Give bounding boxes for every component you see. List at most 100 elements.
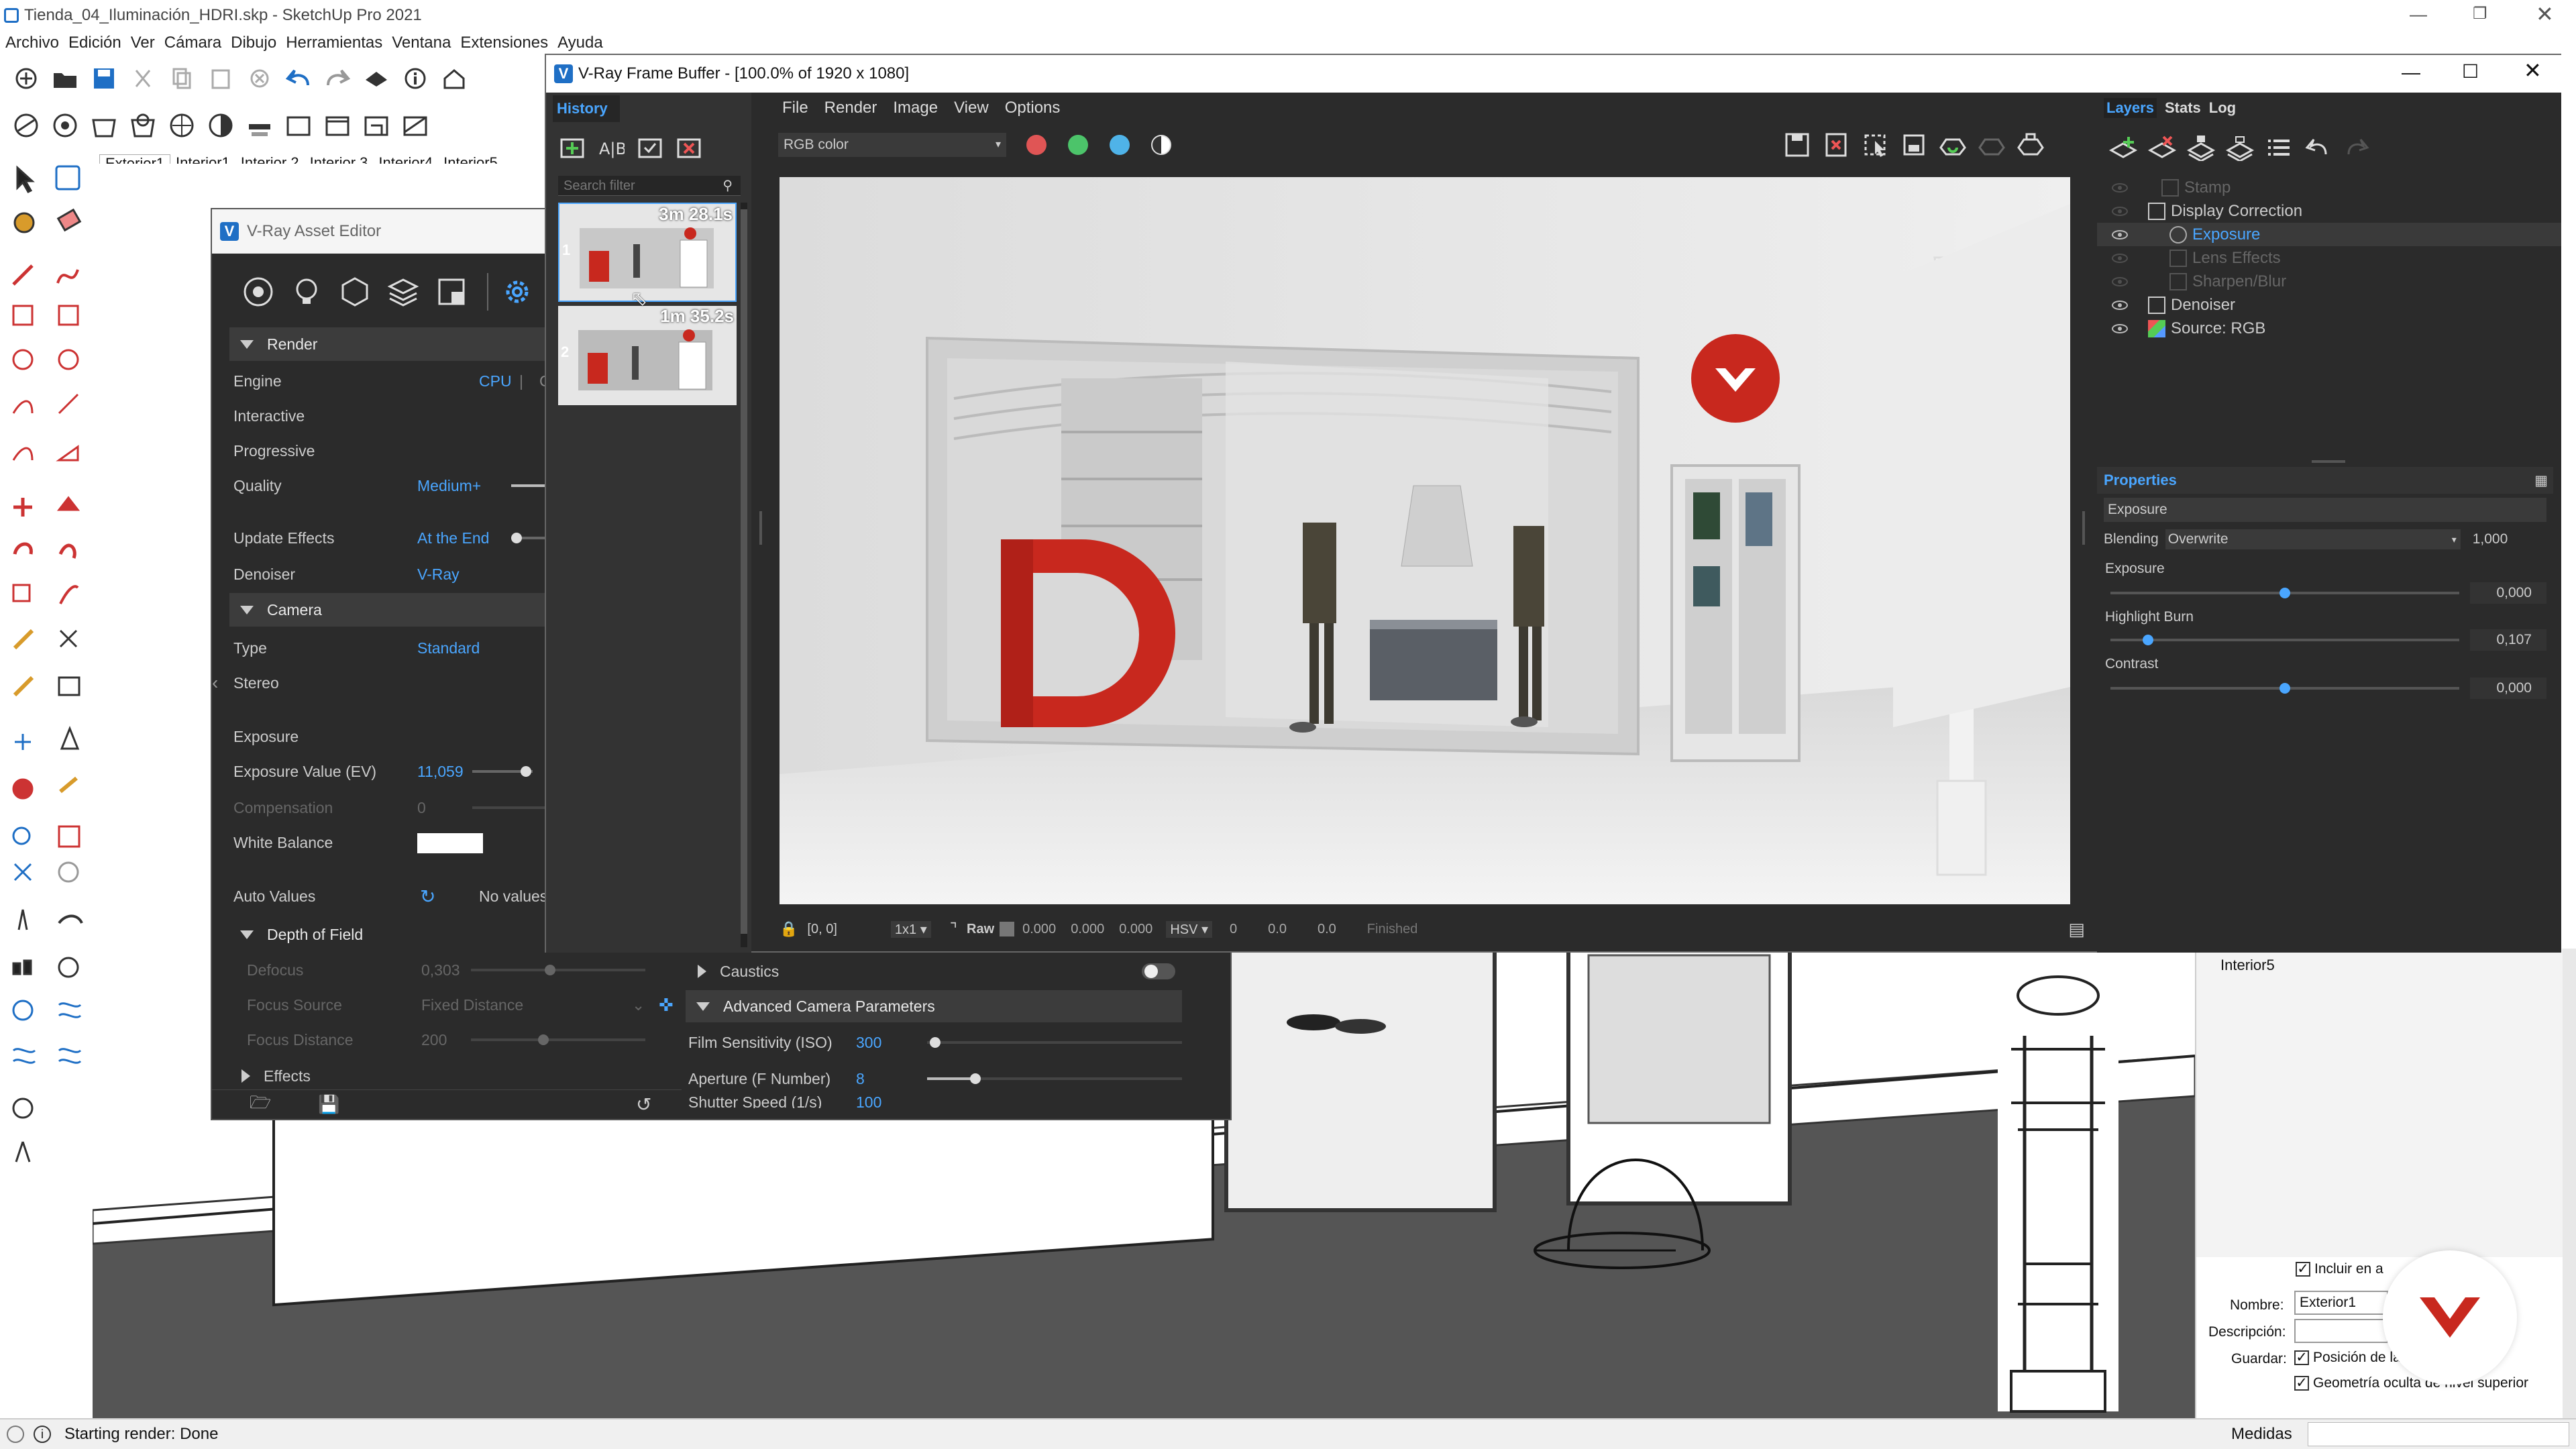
clear-image-icon[interactable] xyxy=(1817,125,1856,164)
vfb-close-button[interactable]: ✕ xyxy=(2524,58,2542,83)
presets-list-icon[interactable] xyxy=(2259,128,2298,167)
properties-menu-icon[interactable]: ▦ xyxy=(2534,472,2548,489)
shaded-icon[interactable] xyxy=(162,106,201,145)
geo-location-icon[interactable] xyxy=(7,1426,24,1443)
exposure-prop-field[interactable]: 0,000 xyxy=(2470,582,2546,604)
copy-icon[interactable] xyxy=(162,59,201,98)
undo-icon[interactable] xyxy=(279,59,318,98)
interactive-render-icon[interactable] xyxy=(1933,125,1972,164)
layer-row-stamp[interactable]: Stamp xyxy=(2097,176,2561,199)
restore-button[interactable]: ❐ xyxy=(2473,4,2487,23)
chevron-down-icon[interactable]: ⌄ xyxy=(632,996,645,1014)
geometry-icon[interactable] xyxy=(335,272,374,311)
new-file-icon[interactable] xyxy=(7,59,46,98)
lock-icon[interactable]: 🔒 xyxy=(780,920,798,938)
print-icon[interactable] xyxy=(357,59,396,98)
layers-icon[interactable] xyxy=(384,272,423,311)
textures-icon[interactable] xyxy=(432,272,471,311)
render-selection-icon[interactable] xyxy=(1894,125,1933,164)
visibility-icon[interactable] xyxy=(2112,323,2128,333)
xray-style-icon[interactable] xyxy=(7,106,46,145)
render-image[interactable] xyxy=(780,177,2070,904)
menu-edicion[interactable]: Edición xyxy=(68,34,121,52)
highlight-burn-field[interactable]: 0,107 xyxy=(2470,629,2546,651)
menu-camara[interactable]: Cámara xyxy=(164,34,221,52)
update-effects-value[interactable]: At the End xyxy=(417,529,489,547)
close-button[interactable]: ✕ xyxy=(2536,1,2554,27)
channel-select[interactable]: RGB color ▾ xyxy=(778,133,1006,157)
defocus-value[interactable]: 0,303 xyxy=(421,961,460,979)
save-image-icon[interactable] xyxy=(1778,125,1817,164)
reset-settings-icon[interactable]: ↺ xyxy=(636,1093,651,1116)
cut-icon[interactable] xyxy=(123,59,162,98)
back-view-icon[interactable] xyxy=(396,106,435,145)
red-channel-toggle[interactable] xyxy=(1026,135,1046,155)
blending-select[interactable]: Overwrite ▾ xyxy=(2165,529,2461,549)
save-settings-icon[interactable]: 💾 xyxy=(318,1094,339,1115)
stop-render-icon[interactable] xyxy=(1972,125,2011,164)
menu-herramientas[interactable]: Herramientas xyxy=(286,34,382,52)
contrast-slider[interactable] xyxy=(2110,683,2459,694)
highlight-burn-slider[interactable] xyxy=(2110,635,2459,645)
quality-value[interactable]: Medium+ xyxy=(417,477,481,495)
focus-picker-icon[interactable]: ✜ xyxy=(659,995,674,1016)
history-splitter[interactable] xyxy=(759,511,762,545)
contrast-field[interactable]: 0,000 xyxy=(2470,678,2546,699)
lights-icon[interactable] xyxy=(287,272,326,311)
menu-ayuda[interactable]: Ayuda xyxy=(557,34,603,52)
shutter-value[interactable]: 100 xyxy=(856,1093,881,1108)
front-view-icon[interactable] xyxy=(318,106,357,145)
white-balance-swatch[interactable] xyxy=(417,833,483,853)
load-history-icon[interactable] xyxy=(631,128,669,167)
settings-icon[interactable] xyxy=(498,272,537,311)
save-to-history-icon[interactable] xyxy=(553,128,592,167)
visibility-icon[interactable] xyxy=(2112,276,2128,286)
visibility-icon[interactable] xyxy=(2112,206,2128,216)
ev-slider[interactable] xyxy=(472,766,533,777)
focus-distance-value[interactable]: 200 xyxy=(421,1031,447,1049)
region-render-icon[interactable] xyxy=(1856,125,1894,164)
layers-undo-icon[interactable] xyxy=(2298,128,2337,167)
delete-layer-icon[interactable] xyxy=(2143,128,2182,167)
render-icon[interactable] xyxy=(2011,125,2050,164)
menu-ver[interactable]: Ver xyxy=(131,34,155,52)
visibility-icon[interactable] xyxy=(2112,253,2128,263)
zoom-select[interactable]: 1x1 ▾ xyxy=(890,920,931,938)
vfb-menu-render[interactable]: Render xyxy=(824,99,877,117)
tab-stats[interactable]: Stats xyxy=(2165,99,2201,117)
adv-camera-section-header[interactable]: Advanced Camera Parameters xyxy=(686,990,1182,1022)
camera-section-header[interactable]: Camera xyxy=(229,593,565,627)
save-layers-icon[interactable] xyxy=(2182,128,2220,167)
refresh-icon[interactable]: ↻ xyxy=(420,885,435,908)
vfb-menu-file[interactable]: File xyxy=(782,99,808,117)
history-tab[interactable]: History xyxy=(553,95,620,122)
green-channel-toggle[interactable] xyxy=(1068,135,1088,155)
save-icon[interactable] xyxy=(85,59,123,98)
layer-row-sharpen-blur[interactable]: Sharpen/Blur xyxy=(2097,270,2561,293)
load-layers-icon[interactable] xyxy=(2220,128,2259,167)
layers-props-splitter[interactable] xyxy=(2312,460,2345,463)
shaded-textures-icon[interactable] xyxy=(201,106,240,145)
camera-pos-checkbox[interactable]: ✓ xyxy=(2294,1350,2309,1365)
visibility-icon[interactable] xyxy=(2112,300,2128,310)
blending-amount[interactable]: 1,000 xyxy=(2473,531,2508,547)
scenes-scrollbar[interactable] xyxy=(2563,949,2576,1418)
description-input[interactable] xyxy=(2294,1319,2388,1343)
layer-row-source-rgb[interactable]: Source: RGB xyxy=(2097,317,2561,340)
effects-header[interactable]: Effects xyxy=(264,1067,311,1085)
collapse-panel-icon[interactable]: ‹ xyxy=(212,672,218,694)
layer-row-denoiser[interactable]: Denoiser xyxy=(2097,293,2561,317)
hidden-line-icon[interactable] xyxy=(123,106,162,145)
blue-channel-toggle[interactable] xyxy=(1110,135,1130,155)
aperture-value[interactable]: 8 xyxy=(856,1070,865,1088)
layer-row-lens-effects[interactable]: Lens Effects xyxy=(2097,246,2561,270)
menu-dibujo[interactable]: Dibujo xyxy=(231,34,276,52)
wireframe-icon[interactable] xyxy=(85,106,123,145)
ab-compare-icon[interactable]: A|B xyxy=(592,128,631,167)
back-edges-icon[interactable] xyxy=(46,106,85,145)
minimize-button[interactable]: — xyxy=(2410,4,2427,25)
ev-value[interactable]: 11,059 xyxy=(417,763,464,781)
iso-view-icon[interactable] xyxy=(240,106,279,145)
history-item[interactable]: 2 1m 35.2s xyxy=(558,306,737,405)
vfb-menu-options[interactable]: Options xyxy=(1005,99,1061,117)
